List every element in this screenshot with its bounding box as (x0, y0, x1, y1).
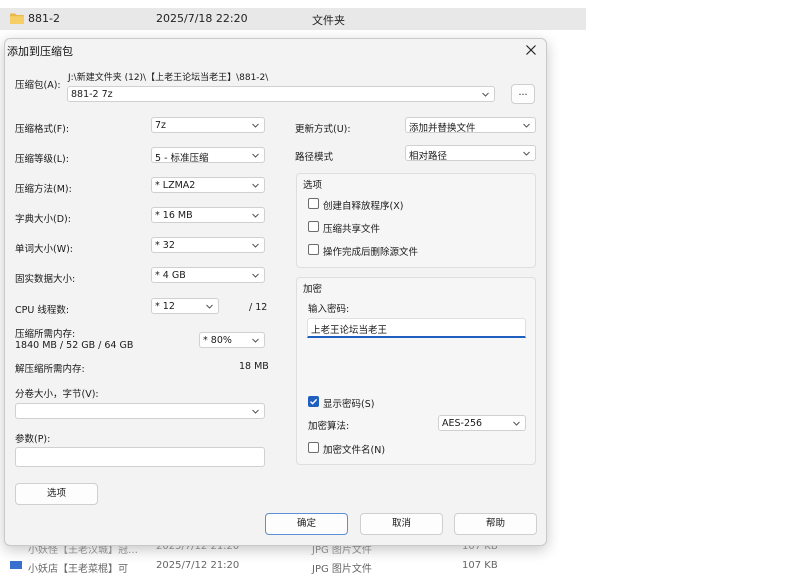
chevron-down-icon (523, 151, 530, 156)
options-group: 选项 创建自释放程序(X) 压缩共享文件 操作完成后删除源文件 (296, 173, 536, 268)
memory-label: 压缩所需内存: (15, 329, 76, 340)
chevron-down-icon (252, 123, 259, 128)
path-mode-value: 相对路径 (409, 151, 448, 162)
chevron-down-icon (513, 421, 520, 426)
threads-max: / 12 (249, 302, 268, 313)
file-date: 2025/7/18 22:20 (156, 12, 248, 25)
threads-value: * 12 (155, 301, 175, 312)
chevron-down-icon (252, 183, 259, 188)
chevron-down-icon (252, 338, 259, 343)
file-row-881-2[interactable]: 881-2 2025/7/18 22:20 文件夹 (0, 8, 586, 30)
method-select[interactable]: * LZMA2 (151, 177, 265, 193)
memory-value: * 80% (203, 335, 232, 346)
split-label: 分卷大小，字节(V): (15, 389, 99, 400)
checkmark-icon (310, 398, 318, 405)
password-input[interactable]: 上老王论坛当老王 (307, 318, 526, 338)
format-value: 7z (155, 120, 167, 131)
solid-value: * 4 GB (155, 270, 186, 281)
path-mode-select[interactable]: 相对路径 (405, 145, 536, 162)
chevron-down-icon (482, 92, 489, 97)
folder-icon (10, 13, 24, 24)
chevron-down-icon (252, 273, 259, 278)
method-value: * LZMA2 (155, 180, 196, 191)
memory-select[interactable]: * 80% (199, 332, 265, 348)
shared-files-label[interactable]: 压缩共享文件 (323, 221, 380, 235)
update-mode-label: 更新方式(U): (295, 124, 351, 135)
params-label: 参数(P): (15, 434, 51, 445)
threads-select[interactable]: * 12 (151, 298, 219, 314)
options-button[interactable]: 选项 (15, 483, 98, 505)
password-label: 输入密码: (308, 304, 350, 315)
chevron-down-icon (252, 153, 259, 158)
show-password-checkbox[interactable] (308, 396, 319, 407)
title-bar[interactable]: 添加到压缩包 (5, 39, 546, 61)
solid-select[interactable]: * 4 GB (151, 267, 265, 283)
archive-path: J:\新建文件夹 (12)\【上老王论坛当老王】\881-2\ (68, 73, 269, 83)
dict-label: 字典大小(D): (15, 214, 71, 225)
close-icon[interactable] (522, 41, 540, 59)
chevron-down-icon (252, 409, 259, 414)
sfx-label[interactable]: 创建自释放程序(X) (323, 198, 403, 212)
options-group-title: 选项 (303, 180, 323, 191)
add-to-archive-dialog: 添加到压缩包 压缩包(A): J:\新建文件夹 (12)\【上老王论坛当老王】\… (4, 38, 547, 546)
archive-label: 压缩包(A): (15, 80, 61, 91)
chevron-down-icon (523, 123, 530, 128)
shared-files-checkbox[interactable] (308, 221, 319, 232)
archive-name-combo[interactable]: 881-2 7z (67, 86, 495, 102)
word-select[interactable]: * 32 (151, 237, 265, 253)
path-mode-label: 路径模式 (295, 152, 334, 163)
word-value: * 32 (155, 240, 175, 251)
update-mode-select[interactable]: 添加并替换文件 (405, 117, 536, 134)
format-select[interactable]: 7z (151, 117, 265, 133)
memory-detail: 1840 MB / 52 GB / 64 GB (15, 340, 134, 351)
browse-button[interactable]: ... (511, 84, 535, 104)
sfx-checkbox[interactable] (308, 198, 319, 209)
dict-value: * 16 MB (155, 210, 193, 221)
decompress-memory-label: 解压缩所需内存: (15, 364, 85, 375)
chevron-down-icon (252, 213, 259, 218)
encryption-group-title: 加密 (303, 284, 323, 295)
decompress-memory-value: 18 MB (239, 361, 269, 372)
format-label: 压缩格式(F): (15, 124, 70, 135)
word-label: 单词大小(W): (15, 244, 74, 255)
params-input[interactable] (15, 447, 265, 467)
archive-name-value: 881-2 7z (71, 89, 113, 100)
method-label: 压缩方法(M): (15, 184, 72, 195)
encryption-method-select[interactable]: AES-256 (438, 415, 526, 431)
encryption-method-label: 加密算法: (308, 421, 350, 432)
split-combo[interactable] (15, 403, 265, 419)
file-date: 2025/7/12 21:20 (156, 560, 240, 571)
encrypt-names-label[interactable]: 加密文件名(N) (323, 442, 385, 456)
show-password-label[interactable]: 显示密码(S) (323, 396, 374, 410)
file-name: 881-2 (28, 12, 60, 25)
update-mode-value: 添加并替换文件 (409, 123, 476, 134)
delete-after-checkbox[interactable] (308, 244, 319, 255)
encrypt-names-checkbox[interactable] (308, 442, 319, 453)
file-type: 文件夹 (312, 14, 345, 27)
chevron-down-icon (206, 304, 213, 309)
help-button[interactable]: 帮助 (454, 513, 537, 535)
dialog-title: 添加到压缩包 (7, 45, 73, 58)
encryption-group: 加密 输入密码: 上老王论坛当老王 显示密码(S) 加密算法: AES-256 … (296, 277, 536, 465)
level-value: 5 - 标准压缩 (155, 153, 209, 164)
encryption-method-value: AES-256 (442, 418, 483, 429)
threads-label: CPU 线程数: (15, 305, 70, 316)
level-label: 压缩等级(L): (15, 154, 69, 165)
ok-button[interactable]: 确定 (265, 513, 348, 535)
file-row[interactable]: 小妖店【王老菜棍】可 2025/7/12 21:20 JPG 图片文件 107 … (0, 560, 586, 576)
chevron-down-icon (252, 243, 259, 248)
file-size: 107 KB (462, 560, 498, 571)
password-value: 上老王论坛当老王 (311, 325, 388, 336)
cancel-button[interactable]: 取消 (360, 513, 443, 535)
level-select[interactable]: 5 - 标准压缩 (151, 147, 265, 164)
solid-label: 固实数据大小: (15, 274, 76, 285)
dict-select[interactable]: * 16 MB (151, 207, 265, 223)
delete-after-label[interactable]: 操作完成后删除源文件 (323, 244, 418, 258)
